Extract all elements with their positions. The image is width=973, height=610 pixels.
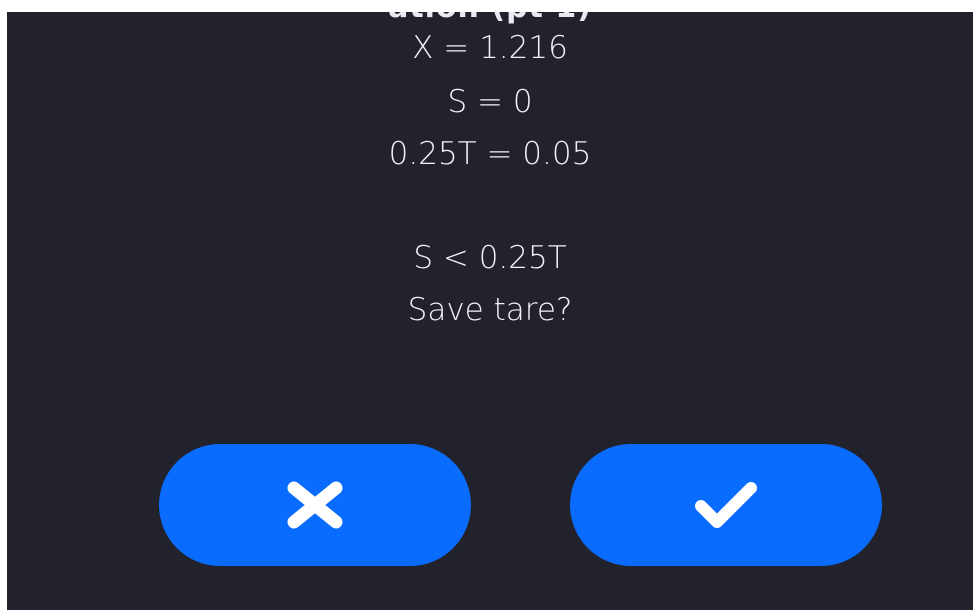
save-tare-question: Save tare?: [407, 292, 573, 328]
cancel-button[interactable]: [159, 444, 471, 566]
tare-dialog: ation (pt 1) X = 1.216 S = 0 0.25T = 0.0…: [7, 12, 973, 610]
mean-value-text: X = 1.216: [412, 30, 568, 66]
check-icon: [691, 478, 761, 532]
confirm-button[interactable]: [570, 444, 882, 566]
std-value-text: S = 0: [447, 84, 533, 120]
condition-text: S < 0.25T: [413, 240, 567, 276]
close-icon: [280, 480, 350, 530]
dialog-title: ation (pt 1): [7, 12, 973, 25]
threshold-value-text: 0.25T = 0.05: [388, 136, 592, 172]
